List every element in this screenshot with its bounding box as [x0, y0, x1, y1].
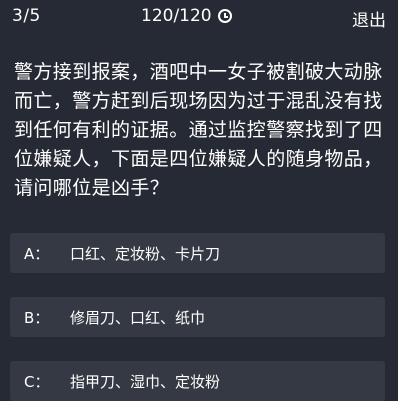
option-text: 口红、定妆粉、卡片刀	[70, 244, 221, 263]
timer-value: 120/120	[141, 6, 212, 26]
clock-icon	[217, 9, 232, 23]
option-a[interactable]: A： 口红、定妆粉、卡片刀	[10, 233, 385, 273]
option-b[interactable]: B： 修眉刀、口红、纸巾	[10, 297, 385, 337]
option-text: 修眉刀、口红、纸巾	[70, 308, 206, 327]
exit-button[interactable]: 退出	[352, 6, 386, 31]
option-letter: B：	[24, 308, 50, 327]
option-letter: A：	[24, 244, 50, 263]
question-text: 警方接到报案，酒吧中一女子被割破大动脉而亡，警方赶到后现场因为过于混乱没有找到任…	[14, 61, 383, 199]
option-letter: C：	[24, 372, 50, 391]
option-text: 指甲刀、湿巾、定妆粉	[70, 372, 221, 391]
top-bar: 3/5 120/120 退出	[0, 0, 398, 34]
option-c[interactable]: C： 指甲刀、湿巾、定妆粉	[10, 361, 385, 401]
timer: 120/120	[141, 6, 232, 26]
question-progress: 3/5	[12, 6, 41, 26]
